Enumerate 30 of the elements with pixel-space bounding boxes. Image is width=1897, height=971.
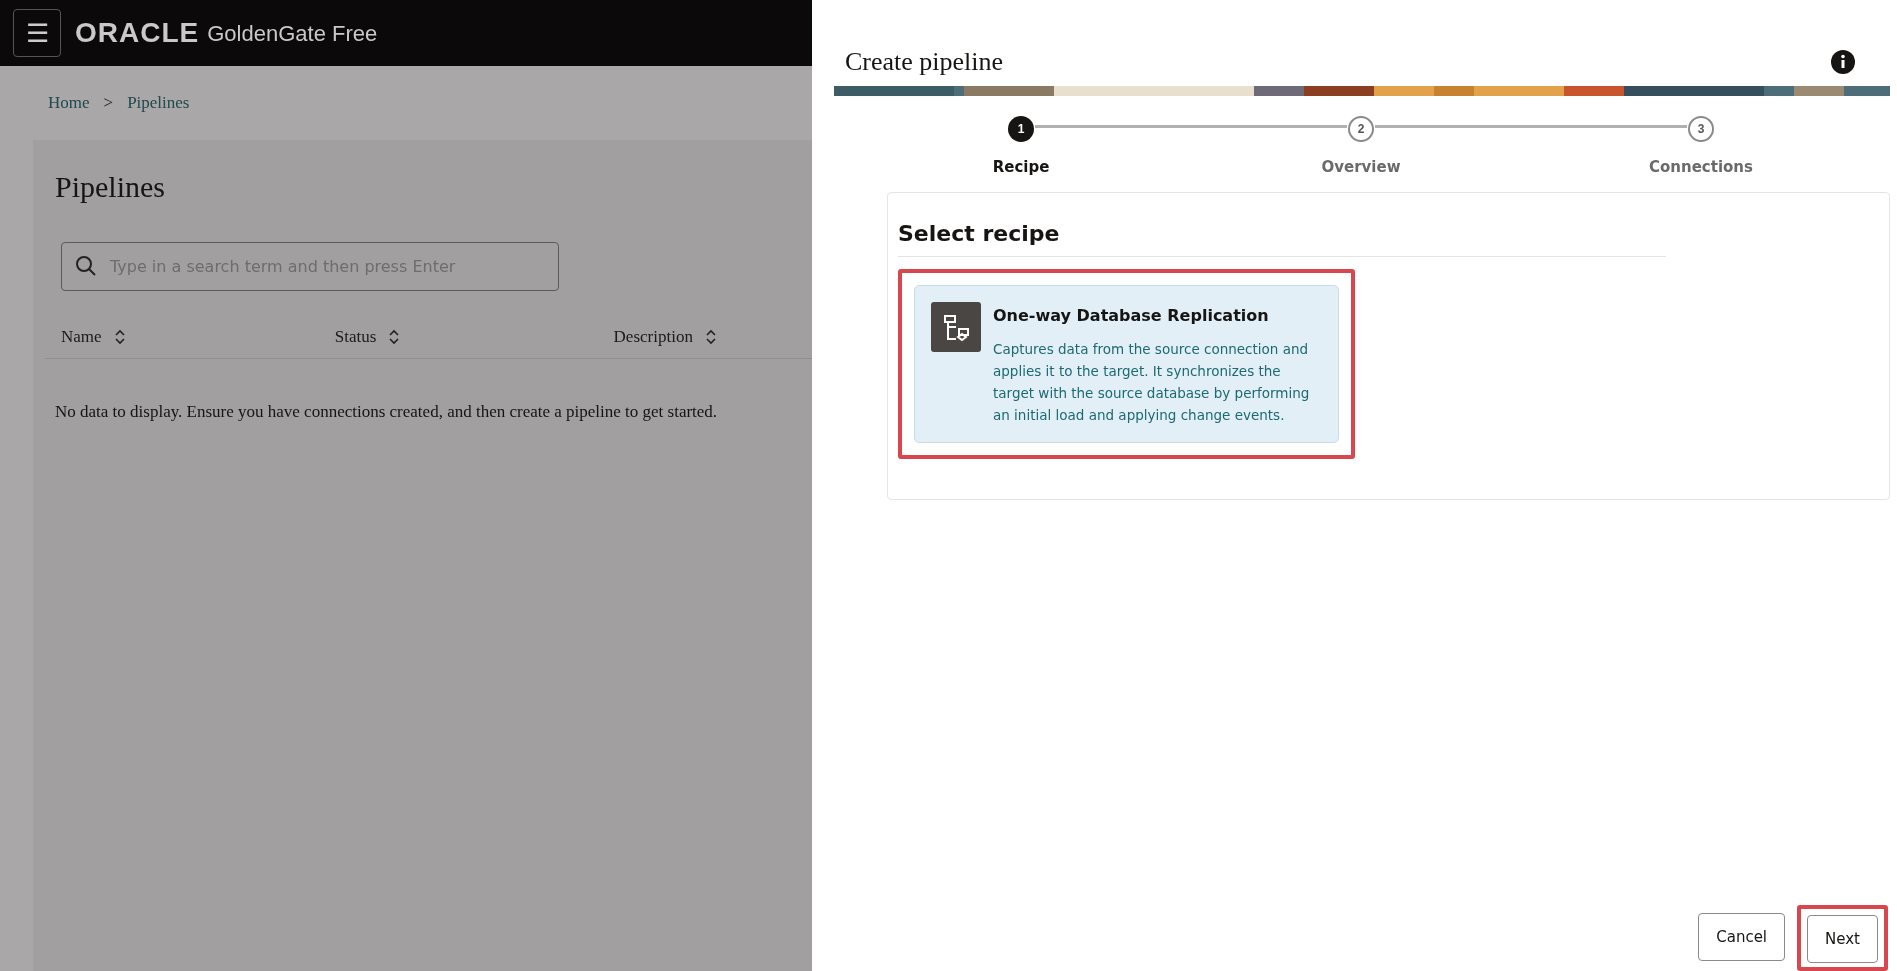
recipe-card[interactable] [914,285,1339,443]
panel-title: Create pipeline [845,46,1004,78]
page-title: Pipelines [55,172,166,202]
section-title: Select recipe [898,217,1666,257]
sort-icon[interactable] [113,327,126,346]
recipe-title: One-way Database Replication [993,305,1270,327]
step-indicator[interactable]: 3 [1688,116,1714,142]
footer-button[interactable]: Next [1807,915,1878,963]
menu-button[interactable]: ☰ [13,9,61,57]
sort-icon[interactable] [704,327,717,346]
step-indicator[interactable]: 2 [1348,116,1374,142]
sort-icon[interactable] [388,327,401,346]
step-indicator[interactable]: 1 [1008,116,1034,142]
column-header[interactable]: Name [61,323,102,350]
footer-button[interactable]: Cancel [1698,913,1786,961]
search-icon [75,255,97,277]
step-label: Connections [1648,157,1754,178]
breadcrumb-link[interactable]: Pipelines [127,90,190,116]
recipe-description: Captures data from the source connection and applies it to the target. It synchronizes the target with the source database by performing an initial load and applying change events. [993,340,1311,425]
step-label: Overview [1320,157,1402,178]
column-header[interactable]: Status [334,323,377,350]
step-label: Recipe [991,157,1051,178]
empty-message: No data to display. Ensure you have connections created, and then create a pipeline to get started. [55,401,719,423]
column-header[interactable]: Description [613,323,693,350]
info-icon[interactable] [1831,49,1855,74]
oracle-logo: ORACLE [75,16,200,50]
breadcrumb-separator: > [103,92,114,115]
breadcrumb-link[interactable]: Home [48,90,90,116]
flow-icon [931,302,981,352]
product-name: GoldenGate Free [207,19,378,48]
